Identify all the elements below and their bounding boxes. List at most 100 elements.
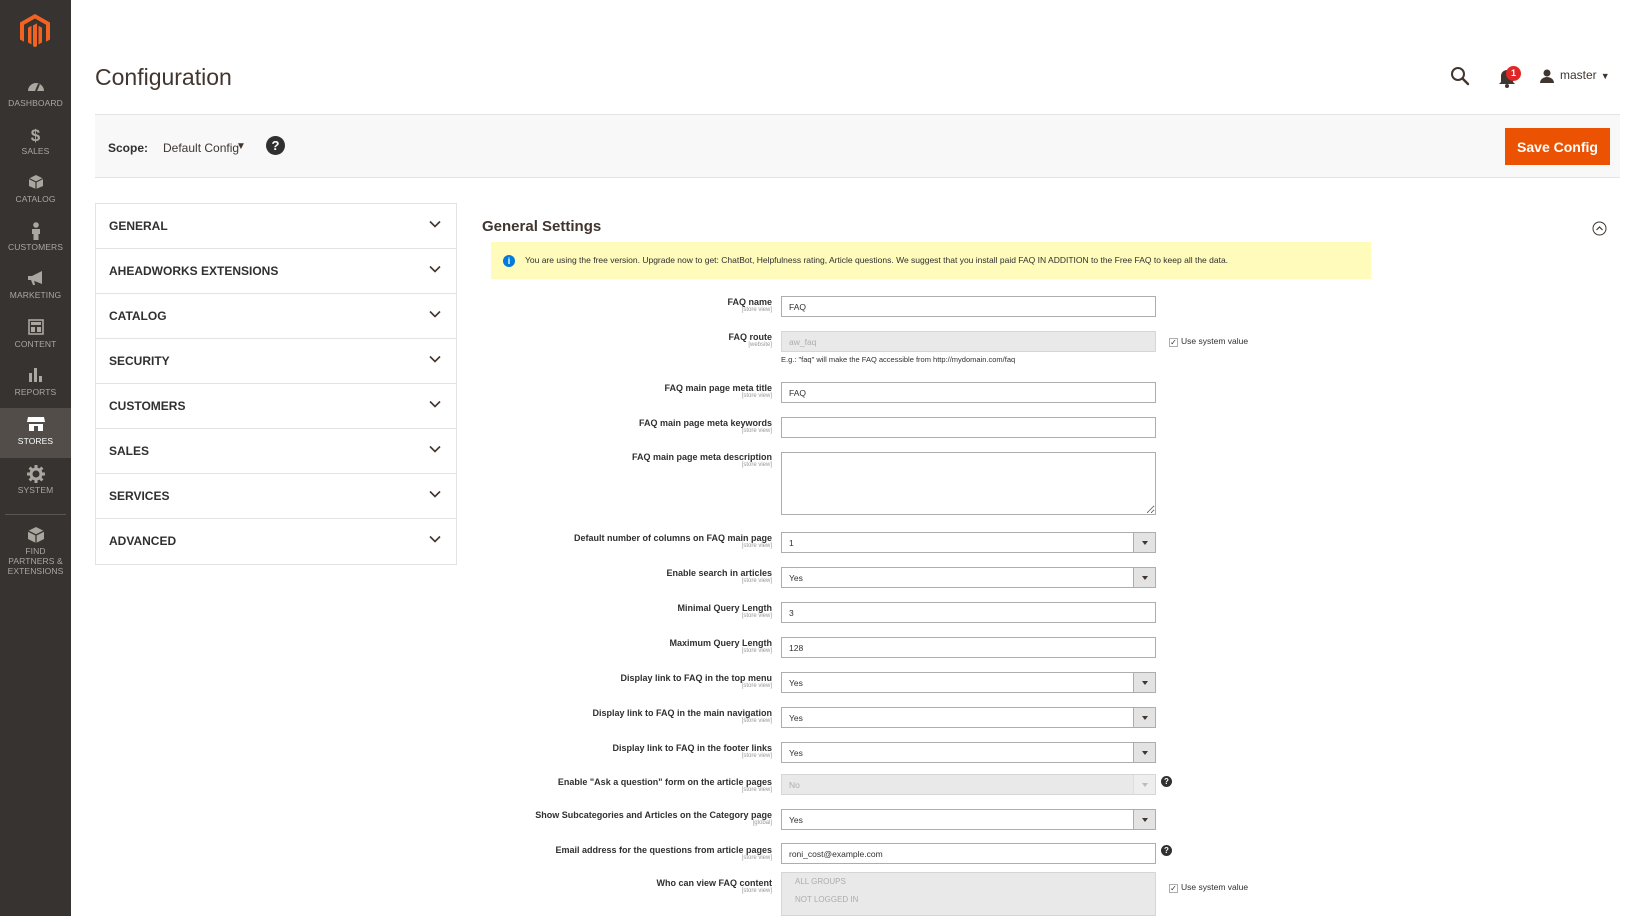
main-navigation-link-select[interactable]: Yes	[781, 707, 1156, 728]
subcategories-select[interactable]: Yes	[781, 809, 1156, 830]
tab-catalog[interactable]: CATALOG	[96, 294, 456, 339]
field-label: Email address for the questions from art…	[555, 845, 772, 861]
nav-label: SALES	[21, 146, 50, 156]
meta-description-textarea[interactable]	[781, 452, 1156, 515]
help-icon[interactable]: ?	[1161, 776, 1172, 787]
nav-label: CATALOG	[15, 194, 56, 204]
max-query-length-input[interactable]	[781, 637, 1156, 658]
tab-sales[interactable]: SALES	[96, 429, 456, 474]
nav-catalog[interactable]: CATALOG	[0, 166, 71, 216]
top-menu-link-select[interactable]: Yes	[781, 672, 1156, 693]
nav-marketing[interactable]: MARKETING	[0, 262, 71, 312]
field-label: Minimal Query Length [store view]	[677, 603, 772, 619]
nav-label: REPORTS	[14, 387, 57, 397]
store-icon	[0, 416, 71, 436]
caret-down-icon[interactable]: ▼	[236, 141, 246, 152]
select-value: Yes	[789, 573, 803, 583]
field-label: Default number of columns on FAQ main pa…	[573, 533, 772, 549]
tab-services[interactable]: SERVICES	[96, 474, 456, 519]
select-value: 1	[789, 538, 794, 548]
tab-general[interactable]: GENERAL	[96, 204, 456, 249]
select-value: Yes	[789, 815, 803, 825]
checkbox-checked-icon: ✓	[1169, 884, 1178, 893]
search-icon[interactable]	[1450, 66, 1470, 86]
help-icon[interactable]: ?	[1161, 845, 1172, 856]
scope-label: Scope:	[108, 141, 149, 155]
faq-name-input[interactable]	[781, 296, 1156, 317]
field-label: Display link to FAQ in the main navigati…	[592, 708, 772, 724]
footer-links-select[interactable]: Yes	[781, 742, 1156, 763]
chevron-down-icon	[429, 535, 441, 543]
tab-customers[interactable]: CUSTOMERS	[96, 384, 456, 429]
min-query-length-input[interactable]	[781, 602, 1156, 623]
option[interactable]: ALL GROUPS	[782, 873, 1155, 891]
chevron-down-icon	[1133, 775, 1155, 794]
chevron-down-icon	[429, 490, 441, 498]
email-field[interactable]	[781, 843, 1156, 864]
scope-switcher[interactable]: Default Config	[163, 141, 239, 155]
option[interactable]: NOT LOGGED IN	[782, 891, 1155, 909]
field-label: Show Subcategories and Articles on the C…	[535, 810, 772, 826]
nav-reports[interactable]: REPORTS	[0, 359, 71, 409]
columns-select[interactable]: 1	[781, 532, 1156, 553]
nav-dashboard[interactable]: DASHBOARD	[0, 70, 71, 120]
chevron-down-icon	[429, 400, 441, 408]
notice-text: You are using the free version. Upgrade …	[525, 255, 1229, 265]
select-value: Yes	[789, 713, 803, 723]
nav-stores[interactable]: STORES	[0, 408, 71, 458]
nav-system[interactable]: SYSTEM	[0, 457, 71, 507]
tab-aheadworks-extensions[interactable]: AHEADWORKS EXTENSIONS	[96, 249, 456, 294]
checkbox-label: Use system value	[1181, 882, 1249, 892]
nav-customers[interactable]: CUSTOMERS	[0, 214, 71, 264]
scope-bar: Scope: Default Config ▼ ? Save Config	[95, 114, 1620, 178]
faq-route-input[interactable]	[781, 331, 1156, 352]
nav-find-partners[interactable]: FIND PARTNERS & EXTENSIONS	[0, 518, 71, 578]
nav-label: FIND PARTNERS & EXTENSIONS	[7, 546, 64, 576]
field-label: Enable search in articles [store view]	[666, 568, 772, 584]
nav-label: STORES	[17, 436, 54, 446]
chevron-down-icon	[1133, 743, 1155, 762]
customer-groups-multiselect[interactable]: ALL GROUPS NOT LOGGED IN	[781, 872, 1156, 916]
section-title[interactable]: General Settings	[482, 218, 601, 235]
extensions-icon	[0, 526, 71, 546]
user-menu[interactable]: master ▼	[1540, 68, 1610, 83]
magento-logo-icon[interactable]	[18, 13, 52, 49]
ask-question-form-select[interactable]: No	[781, 774, 1156, 795]
tab-label: SECURITY	[109, 354, 170, 368]
tab-label: SERVICES	[109, 489, 170, 503]
chevron-down-icon	[429, 445, 441, 453]
use-system-value-checkbox[interactable]: ✓ Use system value	[1169, 882, 1248, 893]
chevron-down-icon	[1133, 533, 1155, 552]
user-icon	[1540, 69, 1554, 83]
admin-sidebar: DASHBOARD $ SALES CATALOG CUSTOMERS MARK…	[0, 0, 71, 916]
free-version-notice: i You are using the free version. Upgrad…	[491, 242, 1371, 279]
tab-security[interactable]: SECURITY	[96, 339, 456, 384]
enable-search-select[interactable]: Yes	[781, 567, 1156, 588]
tab-advanced[interactable]: ADVANCED	[96, 519, 456, 564]
meta-title-input[interactable]	[781, 382, 1156, 403]
meta-keywords-input[interactable]	[781, 417, 1156, 438]
chevron-down-icon	[429, 265, 441, 273]
use-system-value-checkbox[interactable]: ✓ Use system value	[1169, 336, 1248, 347]
field-label: Maximum Query Length [store view]	[669, 638, 772, 654]
nav-sales[interactable]: $ SALES	[0, 118, 71, 168]
person-icon	[0, 222, 71, 242]
nav-label: SYSTEM	[17, 485, 54, 495]
collapse-icon[interactable]	[1592, 221, 1607, 236]
field-label: FAQ main page meta description [store vie…	[631, 452, 772, 468]
nav-content[interactable]: CONTENT	[0, 311, 71, 361]
field-label: FAQ route [website]	[728, 332, 772, 348]
field-note: E.g.: "faq" will make the FAQ accessible…	[781, 355, 1016, 364]
field-label: FAQ name [store view]	[727, 297, 772, 313]
select-value: No	[789, 780, 800, 790]
checkbox-checked-icon: ✓	[1169, 338, 1178, 347]
save-config-button[interactable]: Save Config	[1505, 128, 1610, 165]
select-value: Yes	[789, 678, 803, 688]
nav-label: CUSTOMERS	[7, 242, 64, 252]
nav-label: DASHBOARD	[8, 98, 63, 108]
checkbox-label: Use system value	[1181, 336, 1249, 346]
page-title: Configuration	[95, 64, 232, 90]
box-icon	[0, 174, 71, 194]
chevron-down-icon	[429, 220, 441, 228]
help-icon[interactable]: ?	[266, 136, 285, 155]
